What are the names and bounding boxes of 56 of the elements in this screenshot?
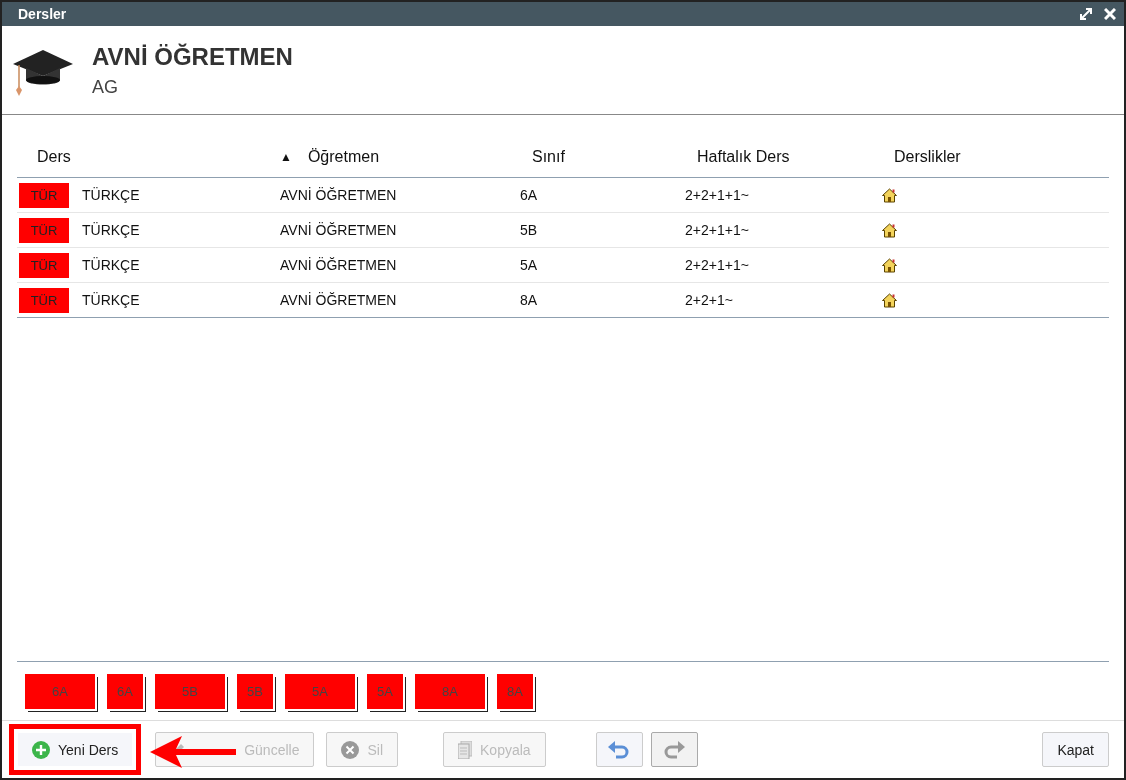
- table-cell-text: AVNİ ÖĞRETMEN: [279, 257, 398, 273]
- lesson-block[interactable]: 5B: [237, 673, 273, 709]
- column-label: Derslikler: [893, 148, 961, 166]
- table-cell: TÜRKÇE: [82, 292, 140, 308]
- lesson-block[interactable]: 6A: [107, 673, 143, 709]
- table-cell-text: 2+2+1~: [684, 292, 734, 308]
- table-cell-text: 2+2+1+1~: [684, 222, 750, 238]
- column-header[interactable]: Ders: [17, 148, 272, 166]
- redo-icon: [662, 739, 687, 760]
- table-cell-text: 8A: [519, 292, 539, 308]
- column-header[interactable]: ▲ Öğretmen: [272, 148, 512, 166]
- column-header[interactable]: Derslikler: [874, 148, 1109, 166]
- lesson-block[interactable]: 5B: [155, 673, 225, 709]
- undo-button[interactable]: [595, 732, 643, 767]
- lesson-block[interactable]: 6A: [25, 673, 95, 709]
- table-cell-text: 2+2+1+1~: [684, 187, 750, 203]
- table-cell-text: AVNİ ÖĞRETMEN: [279, 222, 398, 238]
- table-cell-text: 2+2+1+1~: [684, 257, 750, 273]
- window-title: Dersler: [18, 6, 68, 22]
- table-cell-text: 5A: [519, 257, 539, 273]
- table-cell: TÜRKÇE: [82, 257, 140, 273]
- sort-icon: ▲: [270, 150, 292, 164]
- lesson-block[interactable]: 5A: [367, 673, 403, 709]
- close-button[interactable]: Kapat: [1042, 732, 1109, 767]
- lesson-code-badge: TÜR: [19, 217, 69, 243]
- table-cell: TÜRKÇE: [82, 222, 140, 238]
- lesson-code-badge: TÜR: [19, 287, 69, 313]
- column-header[interactable]: Haftalık Ders: [677, 148, 874, 166]
- teacher-name: AVNİ ÖĞRETMEN: [92, 43, 293, 71]
- lesson-code-badge: TÜR: [19, 182, 69, 208]
- house-icon: [882, 187, 897, 203]
- table-cell-text: 5B: [519, 222, 539, 238]
- column-header[interactable]: Sınıf: [512, 148, 677, 166]
- close-icon[interactable]: [1104, 8, 1116, 20]
- column-label: Ders: [36, 148, 71, 166]
- teacher-initials: AG: [92, 77, 119, 98]
- table-cell-text: AVNİ ÖĞRETMEN: [279, 292, 398, 308]
- column-label: Sınıf: [531, 148, 565, 166]
- table-cell-text: 6A: [519, 187, 539, 203]
- lesson-block[interactable]: 8A: [497, 673, 533, 709]
- plus-icon: [32, 740, 50, 759]
- house-icon: [882, 222, 897, 238]
- column-label: Öğretmen: [306, 148, 380, 166]
- document-icon: [458, 740, 472, 759]
- house-icon: [882, 257, 897, 273]
- lesson-code-badge: TÜR: [19, 252, 69, 278]
- close-icon: [341, 740, 360, 759]
- table-cell: TÜRKÇE: [82, 187, 140, 203]
- maximize-icon[interactable]: [1080, 8, 1092, 20]
- house-icon: [882, 292, 897, 308]
- lesson-block[interactable]: 8A: [415, 673, 485, 709]
- new-lesson-button[interactable]: Yeni Ders: [17, 732, 134, 767]
- column-label: Haftalık Ders: [696, 148, 790, 166]
- graduation-cap-icon: [12, 48, 74, 96]
- lesson-block[interactable]: 5A: [285, 673, 355, 709]
- table-cell-text: AVNİ ÖĞRETMEN: [279, 187, 398, 203]
